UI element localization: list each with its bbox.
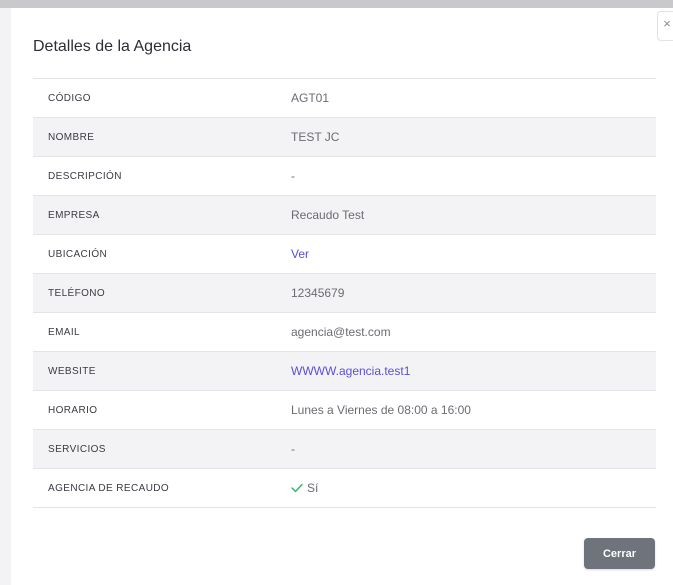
row-label: UBICACIÓN <box>48 248 108 260</box>
modal-title: Detalles de la Agencia <box>33 38 192 55</box>
row-label: WEBSITE <box>48 365 96 377</box>
row-value: - <box>291 442 295 456</box>
row-label: AGENCIA DE RECAUDO <box>48 482 170 494</box>
table-row-website: WEBSITE WWWW.agencia.test1 <box>33 352 656 391</box>
table-row-servicios: SERVICIOS - <box>33 430 656 469</box>
table-row-horario: HORARIO Lunes a Viernes de 08:00 a 16:00 <box>33 391 656 430</box>
table-row-ubicacion: UBICACIÓN Ver <box>33 235 656 274</box>
row-value: - <box>291 169 295 183</box>
agency-details-modal: Detalles de la Agencia CÓDIGO AGT01 NOMB… <box>11 8 673 585</box>
table-row-empresa: EMPRESA Recaudo Test <box>33 196 656 235</box>
row-label: HORARIO <box>48 404 98 416</box>
details-table: CÓDIGO AGT01 NOMBRE TEST JC DESCRIPCIÓN … <box>33 78 656 508</box>
row-label: TELÉFONO <box>48 287 106 299</box>
table-row-email: EMAIL agencia@test.com <box>33 313 656 352</box>
row-value: 12345679 <box>291 286 345 300</box>
table-row-agencia-recaudo: AGENCIA DE RECAUDO Sí <box>33 469 656 508</box>
cerrar-button[interactable]: Cerrar <box>584 538 655 569</box>
close-icon[interactable]: × <box>657 11 673 41</box>
table-row-codigo: CÓDIGO AGT01 <box>33 79 656 118</box>
backdrop-top-bar <box>0 0 673 8</box>
table-row-nombre: NOMBRE TEST JC <box>33 118 656 157</box>
row-value: TEST JC <box>291 130 340 144</box>
row-value: Lunes a Viernes de 08:00 a 16:00 <box>291 403 471 417</box>
agencia-recaudo-value: Sí <box>307 481 319 495</box>
row-value: AGT01 <box>291 91 330 105</box>
backdrop-left-strip <box>0 8 11 585</box>
table-row-telefono: TELÉFONO 12345679 <box>33 274 656 313</box>
row-label: NOMBRE <box>48 131 95 143</box>
row-label: SERVICIOS <box>48 443 106 455</box>
ubicacion-ver-link[interactable]: Ver <box>291 247 309 261</box>
row-label: EMAIL <box>48 326 81 338</box>
check-icon <box>291 481 303 495</box>
row-value: agencia@test.com <box>291 325 391 339</box>
row-label: DESCRIPCIÓN <box>48 170 122 182</box>
row-value: Recaudo Test <box>291 208 365 222</box>
table-row-descripcion: DESCRIPCIÓN - <box>33 157 656 196</box>
row-label: EMPRESA <box>48 209 100 221</box>
website-link[interactable]: WWWW.agencia.test1 <box>291 364 410 378</box>
row-label: CÓDIGO <box>48 92 91 104</box>
row-value: Sí <box>291 481 318 495</box>
